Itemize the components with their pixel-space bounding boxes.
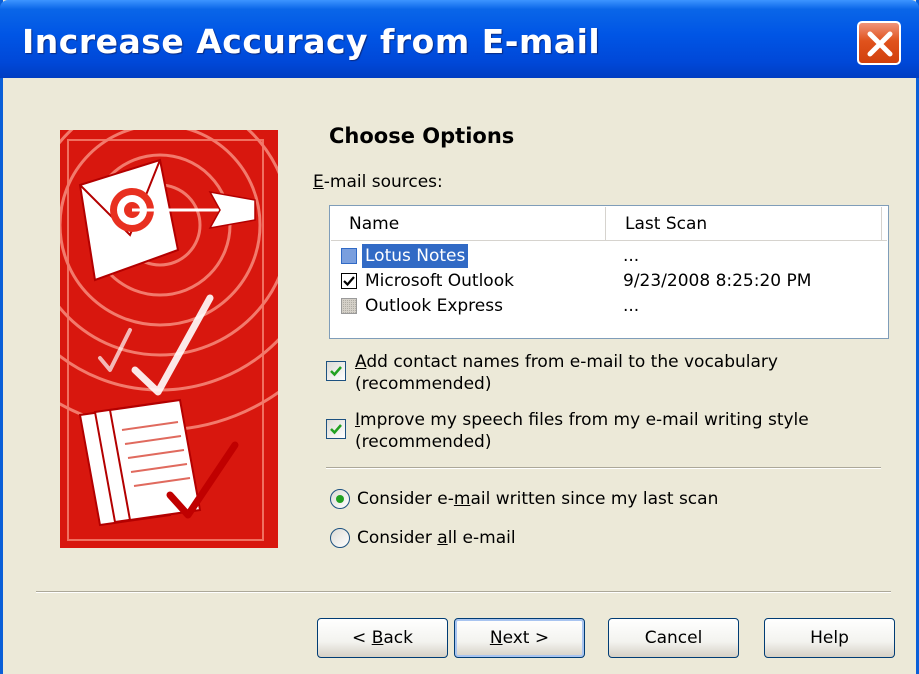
documents-icon [78, 398, 239, 527]
source-last-scan: ... [623, 296, 640, 316]
source-last-scan: 9/23/2008 8:25:20 PM [623, 271, 812, 291]
source-checkbox-microsoft-outlook[interactable] [341, 273, 357, 289]
footer-separator [36, 591, 891, 593]
add-contacts-recommended: (recommended) [355, 374, 492, 394]
close-button[interactable] [857, 21, 901, 65]
source-last-scan: ... [623, 246, 640, 266]
checkmark-icon [330, 366, 342, 377]
title-bar[interactable]: Increase Accuracy from E-mail [0, 0, 919, 78]
source-name: Lotus Notes [362, 244, 469, 268]
list-row-microsoft-outlook[interactable]: Microsoft Outlook 9/23/2008 8:25:20 PM [331, 269, 887, 294]
checkmark-icon [330, 424, 342, 435]
add-contacts-label[interactable]: Add contact names from e-mail to the voc… [355, 352, 778, 372]
column-header-name[interactable]: Name [331, 207, 606, 241]
improve-speech-label[interactable]: Improve my speech files from my e-mail w… [355, 410, 809, 430]
source-name: Outlook Express [365, 296, 503, 316]
column-header-last-scan[interactable]: Last Scan [607, 207, 882, 241]
radio-dot-icon [336, 495, 344, 503]
since-last-scan-radio[interactable] [330, 489, 350, 509]
page-heading: Choose Options [329, 124, 515, 148]
all-email-radio[interactable] [330, 528, 350, 548]
dialog-window: Increase Accuracy from E-mail Choose Opt… [0, 0, 919, 674]
help-button[interactable]: Help [764, 618, 895, 658]
email-sources-label: E-mail sources: [313, 172, 443, 192]
list-row-outlook-express[interactable]: Outlook Express ... [331, 294, 887, 319]
improve-speech-checkbox[interactable] [326, 419, 346, 439]
source-checkbox-outlook-express [341, 298, 357, 314]
cancel-button[interactable]: Cancel [608, 618, 739, 658]
add-contacts-checkbox[interactable] [326, 361, 346, 381]
next-button[interactable]: Next > [454, 618, 585, 658]
source-checkbox-lotus-notes[interactable] [341, 248, 357, 264]
envelope-icon [78, 158, 180, 282]
source-name: Microsoft Outlook [365, 271, 514, 291]
options-separator [326, 467, 881, 469]
list-header: Name Last Scan [331, 207, 887, 241]
improve-speech-recommended: (recommended) [355, 432, 492, 452]
back-button[interactable]: < Back [317, 618, 448, 658]
close-icon [867, 31, 893, 57]
all-email-label[interactable]: Consider all e-mail [357, 528, 516, 548]
email-sources-list[interactable]: Name Last Scan Lotus Notes ... Microsoft… [329, 205, 889, 339]
since-last-scan-label[interactable]: Consider e-mail written since my last sc… [357, 489, 718, 509]
email-target-illustration [60, 130, 278, 541]
wizard-banner-image [60, 130, 278, 548]
list-row-lotus-notes[interactable]: Lotus Notes ... [331, 244, 887, 269]
window-title: Increase Accuracy from E-mail [22, 22, 601, 61]
